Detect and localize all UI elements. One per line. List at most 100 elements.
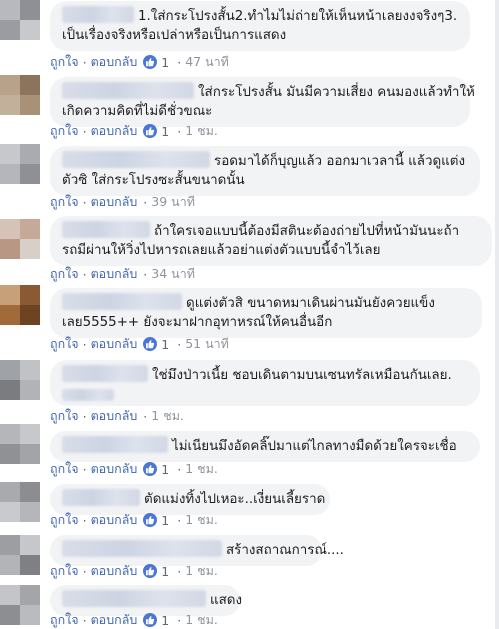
like-button[interactable]: ถูกใจ bbox=[50, 334, 79, 354]
reaction-count[interactable]: 1 bbox=[161, 613, 169, 628]
like-button[interactable]: ถูกใจ bbox=[50, 561, 79, 581]
comment-text: แสดง bbox=[210, 593, 243, 608]
comment-actions: ถูกใจ · ตอบกลับ 1 · 1 ชม. bbox=[50, 121, 218, 141]
reaction-count[interactable]: 1 bbox=[161, 462, 169, 477]
reply-button[interactable]: ตอบกลับ bbox=[91, 406, 138, 426]
redacted-author-name[interactable] bbox=[62, 489, 140, 506]
reply-button[interactable]: ตอบกลับ bbox=[91, 192, 138, 212]
redacted-author-name[interactable] bbox=[62, 151, 210, 168]
comment-text: สร้างสถาณการณ์.... bbox=[226, 543, 344, 558]
comment-bubble: ใส่กระโปรงสั้น มันมีความเสี่ยง คนมองแล้ว… bbox=[50, 77, 475, 127]
redacted-author-name[interactable] bbox=[62, 82, 194, 99]
comment-timestamp[interactable]: 1 ชม. bbox=[185, 459, 218, 479]
comment-text-line: เลย5555++ ยังจะมาฝากอุทาหรณ์ให้คนอื่นอีก bbox=[62, 313, 470, 332]
avatar[interactable] bbox=[0, 219, 40, 259]
comment-timestamp[interactable]: 34 นาที bbox=[151, 264, 195, 284]
separator-dot: · bbox=[82, 461, 87, 477]
avatar[interactable] bbox=[0, 360, 40, 400]
like-button[interactable]: ถูกใจ bbox=[50, 192, 79, 212]
reaction-count[interactable]: 1 bbox=[161, 337, 169, 352]
like-button[interactable]: ถูกใจ bbox=[50, 459, 79, 479]
redacted-author-name[interactable] bbox=[62, 436, 168, 453]
thumbs-up-icon[interactable] bbox=[143, 337, 158, 351]
avatar[interactable] bbox=[0, 482, 40, 522]
comment-text-line: รถมีผ่านให้วิ่งไปหารถเลยแล้วอย่าแต่งตัวแ… bbox=[62, 241, 480, 260]
comment-text: ไม่เนียนมึงอัดคลิ๊ปมาแต่ไกลทางมืดด้วยใคร… bbox=[172, 439, 457, 454]
comment-text: ใช่มึงป่าวเนี้ย ชอบเดินตามบนเซนทรัลเหมือ… bbox=[152, 368, 452, 383]
reply-button[interactable]: ตอบกลับ bbox=[91, 121, 138, 141]
thumbs-up-icon[interactable] bbox=[143, 613, 158, 627]
comment-text-line: 1.ใส่กระโปรงสั้น2.ทำไมไม่ถ่ายให้เห็นหน้า… bbox=[62, 6, 458, 26]
comment-text: ถ้าใครเจอแบบนี้ต้องมีสตินะต้องถ่ายไปที่ห… bbox=[154, 224, 460, 239]
comment-text: 1.ใส่กระโปรงสั้น2.ทำไมไม่ถ่ายให้เห็นหน้า… bbox=[138, 9, 458, 24]
like-button[interactable]: ถูกใจ bbox=[50, 121, 79, 141]
avatar[interactable] bbox=[0, 75, 40, 115]
thumbs-up-icon[interactable] bbox=[143, 124, 158, 138]
comment-timestamp[interactable]: 1 ชม. bbox=[185, 121, 218, 141]
like-button[interactable]: ถูกใจ bbox=[50, 264, 79, 284]
like-button[interactable]: ถูกใจ bbox=[50, 610, 79, 629]
comment-text-line: แสดง bbox=[62, 590, 242, 610]
redacted-author-name[interactable] bbox=[62, 293, 182, 310]
redacted-author-name[interactable] bbox=[62, 6, 134, 23]
comment-text-line: ไม่เนียนมึงอัดคลิ๊ปมาแต่ไกลทางมืดด้วยใคร… bbox=[62, 436, 468, 456]
comment-bubble: ดูแต่งตัวสิ ขนาดหมาเดินผ่านมันยังควยแข็ง… bbox=[50, 288, 482, 338]
comment-text: รอดมาได้ก็บุญแล้ว ออกมาเวลานี้ แล้วดูแต่… bbox=[214, 154, 466, 169]
reaction-count[interactable]: 1 bbox=[161, 513, 169, 528]
comment-timestamp[interactable]: 1 ชม. bbox=[151, 406, 184, 426]
comment-timestamp[interactable]: 1 ชม. bbox=[185, 561, 218, 581]
comment-text: เลย5555++ ยังจะมาฝากอุทาหรณ์ให้คนอื่นอีก bbox=[62, 315, 333, 330]
comment-timestamp[interactable]: 1 ชม. bbox=[185, 510, 218, 530]
comment-text: ดูแต่งตัวสิ ขนาดหมาเดินผ่านมันยังควยแข็ง bbox=[186, 296, 435, 311]
comment-text-line: ใช่มึงป่าวเนี้ย ชอบเดินตามบนเซนทรัลเหมือ… bbox=[62, 365, 468, 385]
scrollbar-track[interactable] bbox=[495, 0, 499, 629]
comment-actions: ถูกใจ · ตอบกลับ 1 · 1 ชม. bbox=[50, 610, 218, 629]
separator-dot: · bbox=[82, 612, 87, 628]
reply-button[interactable]: ตอบกลับ bbox=[91, 52, 138, 72]
comment-actions: ถูกใจ · ตอบกลับ 1 · 51 นาที bbox=[50, 334, 229, 354]
avatar[interactable] bbox=[0, 585, 40, 625]
redacted-author-name[interactable] bbox=[62, 221, 150, 238]
comment-text-line: ตัวซิ ใส่กระโปรงซะสั้นขนาดนั้น bbox=[62, 171, 468, 190]
redacted-author-name[interactable] bbox=[62, 540, 222, 557]
comment-timestamp[interactable]: 47 นาที bbox=[185, 52, 229, 72]
reply-button[interactable]: ตอบกลับ bbox=[91, 510, 138, 530]
thumbs-up-icon[interactable] bbox=[143, 564, 158, 578]
separator-dot: · bbox=[177, 512, 182, 528]
avatar[interactable] bbox=[0, 535, 40, 575]
comment-text-line: ถ้าใครเจอแบบนี้ต้องมีสตินะต้องถ่ายไปที่ห… bbox=[62, 221, 480, 241]
reaction-count[interactable]: 1 bbox=[161, 124, 169, 139]
like-button[interactable]: ถูกใจ bbox=[50, 52, 79, 72]
reaction-count[interactable]: 1 bbox=[161, 564, 169, 579]
separator-dot: · bbox=[177, 563, 182, 579]
avatar[interactable] bbox=[0, 424, 40, 464]
reply-button[interactable]: ตอบกลับ bbox=[91, 264, 138, 284]
separator-dot: · bbox=[82, 54, 87, 70]
reaction-count[interactable]: 1 bbox=[161, 55, 169, 70]
comment-text-line: รอดมาได้ก็บุญแล้ว ออกมาเวลานี้ แล้วดูแต่… bbox=[62, 151, 468, 171]
reply-button[interactable]: ตอบกลับ bbox=[91, 334, 138, 354]
separator-dot: · bbox=[143, 408, 148, 424]
separator-dot: · bbox=[177, 123, 182, 139]
comment-text: ใส่กระโปรงสั้น มันมีความเสี่ยง คนมองแล้ว… bbox=[198, 85, 475, 100]
thumbs-up-icon[interactable] bbox=[143, 513, 158, 527]
redacted-author-name[interactable] bbox=[62, 365, 148, 382]
reply-button[interactable]: ตอบกลับ bbox=[91, 459, 138, 479]
thumbs-up-icon[interactable] bbox=[143, 55, 158, 69]
redacted-author-name[interactable] bbox=[62, 590, 206, 607]
reply-button[interactable]: ตอบกลับ bbox=[91, 561, 138, 581]
separator-dot: · bbox=[177, 54, 182, 70]
avatar[interactable] bbox=[0, 0, 40, 40]
thumbs-up-icon[interactable] bbox=[143, 462, 158, 476]
reply-button[interactable]: ตอบกลับ bbox=[91, 610, 138, 629]
comment-timestamp[interactable]: 39 นาที bbox=[151, 192, 195, 212]
like-button[interactable]: ถูกใจ bbox=[50, 406, 79, 426]
like-button[interactable]: ถูกใจ bbox=[50, 510, 79, 530]
comment-timestamp[interactable]: 51 นาที bbox=[185, 334, 229, 354]
avatar[interactable] bbox=[0, 285, 40, 325]
comment-text-line: สร้างสถาณการณ์.... bbox=[62, 540, 344, 560]
comment-text: ตัวซิ ใส่กระโปรงซะสั้นขนาดนั้น bbox=[62, 173, 245, 188]
comment-text: ตัดแม่งทิ้งไปเหอะ..เงี่ยนเลี้ยราด bbox=[144, 492, 326, 507]
avatar[interactable] bbox=[0, 144, 40, 184]
comment-timestamp[interactable]: 1 ชม. bbox=[185, 610, 218, 629]
